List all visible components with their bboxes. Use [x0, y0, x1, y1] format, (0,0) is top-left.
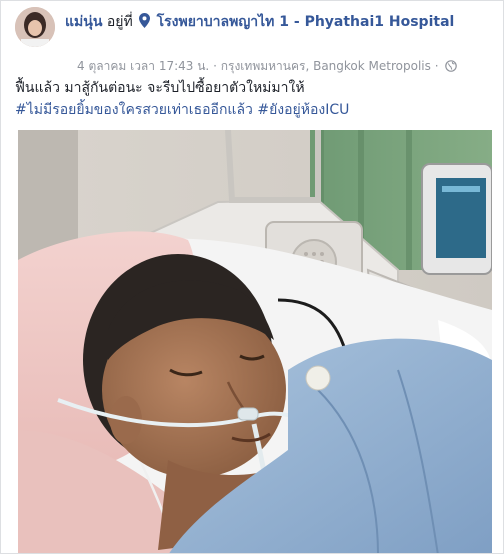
place-link[interactable]: โรงพยาบาลพญาไท 1 - Phyathai1 Hospital	[157, 14, 455, 30]
post-timestamp[interactable]: 4 ตุลาคม เวลา 17:43 น.	[77, 59, 209, 73]
author-line: แม่นุ่น อยู่ที่ โรงพยาบาลพญาไท 1 - Phyat…	[65, 11, 495, 35]
post-header: แม่นุ่น อยู่ที่ โรงพยาบาลพญาไท 1 - Phyat…	[13, 7, 495, 73]
meta-separator: ·	[213, 59, 217, 73]
post-card: แม่นุ่น อยู่ที่ โรงพยาบาลพญาไท 1 - Phyat…	[0, 0, 504, 554]
meta-separator-2: ·	[434, 59, 439, 73]
post-meta: 4 ตุลาคม เวลา 17:43 น. · กรุงเทพมหานคร, …	[77, 57, 497, 76]
hashtag-link[interactable]: #ยังอยู่ห้องICU	[257, 102, 349, 118]
at-word: อยู่ที่	[106, 14, 133, 30]
photo-illustration	[18, 130, 492, 553]
post-location[interactable]: กรุงเทพมหานคร, Bangkok Metropolis	[221, 59, 431, 73]
author-name[interactable]: แม่นุ่น	[65, 14, 102, 30]
globe-icon[interactable]	[445, 60, 458, 75]
map-pin-icon	[139, 13, 151, 35]
avatar[interactable]	[15, 7, 55, 47]
hashtag-line: #ไม่มีรอยยิ้มของใครสวยเท่าเธออีกแล้ว #ยั…	[15, 99, 495, 121]
post-text-block: ฟื้นแล้ว มาสู้กันต่อนะ จะรีบไปซื้อยาตัวใ…	[15, 77, 495, 121]
post-photo[interactable]	[18, 130, 492, 553]
post-text: ฟื้นแล้ว มาสู้กันต่อนะ จะรีบไปซื้อยาตัวใ…	[15, 80, 305, 96]
hashtag-link[interactable]: #ไม่มีรอยยิ้มของใครสวยเท่าเธออีกแล้ว	[15, 102, 253, 118]
